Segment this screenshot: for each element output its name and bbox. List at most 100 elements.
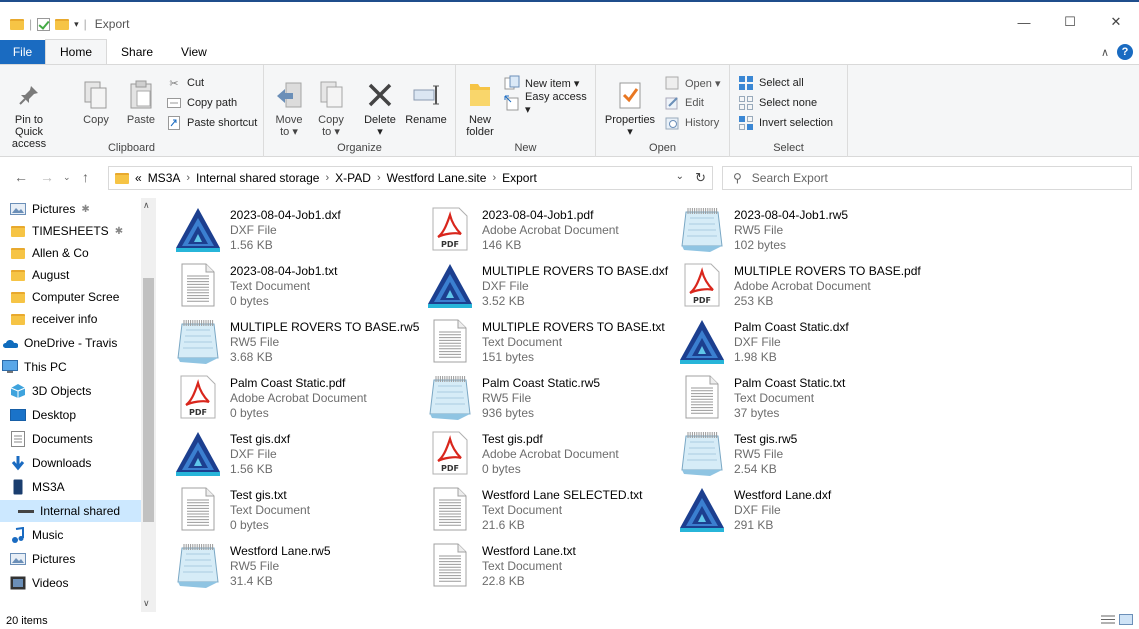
move-to-button[interactable]: Move to ▾ bbox=[272, 79, 306, 138]
sidebar-item[interactable]: 3D Objects bbox=[0, 380, 141, 402]
file-item[interactable]: Test gis.txt Text Document 0 bytes bbox=[174, 484, 424, 540]
file-item[interactable]: PDF 2023-08-04-Job1.pdf Adobe Acrobat Docu… bbox=[426, 204, 676, 260]
paste-shortcut-button[interactable]: Paste shortcut bbox=[166, 113, 257, 133]
file-item[interactable]: MULTIPLE ROVERS TO BASE.rw5 RW5 File 3.68 … bbox=[174, 316, 424, 372]
sidebar-item[interactable]: Downloads bbox=[0, 452, 141, 474]
open-button[interactable]: Open ▾ bbox=[664, 73, 721, 93]
sidebar-item-label: Music bbox=[32, 528, 64, 542]
large-icons-view-icon[interactable] bbox=[1119, 614, 1133, 628]
file-item[interactable]: PDF Palm Coast Static.pdf Adobe Acrobat Do… bbox=[174, 372, 424, 428]
recent-locations-icon[interactable]: ⌄ bbox=[63, 172, 71, 183]
copy-button[interactable]: Copy bbox=[80, 79, 112, 126]
folder-icon[interactable] bbox=[10, 18, 24, 30]
breadcrumb-chevron-icon[interactable]: › bbox=[325, 172, 329, 184]
refresh-icon[interactable]: ↻ bbox=[695, 170, 706, 186]
rename-icon bbox=[411, 79, 441, 111]
file-item[interactable]: PDF MULTIPLE ROVERS TO BASE.pdf Adobe Acro… bbox=[678, 260, 928, 316]
details-view-icon[interactable] bbox=[1101, 614, 1115, 628]
qat-dropdown-icon[interactable]: ▾ bbox=[74, 19, 79, 30]
breadcrumb-chevron-icon[interactable]: › bbox=[186, 172, 190, 184]
sidebar-item[interactable]: Pictures bbox=[0, 548, 141, 570]
breadcrumb-xpad[interactable]: X-PAD bbox=[335, 171, 371, 185]
tab-view[interactable]: View bbox=[167, 40, 221, 64]
breadcrumb-overflow[interactable]: « bbox=[135, 171, 142, 185]
select-all-button[interactable]: Select all bbox=[738, 73, 804, 93]
tab-file[interactable]: File bbox=[0, 40, 45, 64]
sidebar-item[interactable]: Internal shared bbox=[0, 500, 141, 522]
breadcrumb-westford-site[interactable]: Westford Lane.site bbox=[387, 171, 487, 185]
file-item[interactable]: 2023-08-04-Job1.dxf DXF File 1.56 KB bbox=[174, 204, 424, 260]
sidebar-item[interactable]: OneDrive - Travis bbox=[0, 332, 141, 354]
sidebar-item[interactable]: August bbox=[0, 264, 141, 286]
cut-button[interactable]: ✂ Cut bbox=[166, 73, 204, 93]
sidebar-item[interactable]: Documents bbox=[0, 428, 141, 450]
file-item[interactable]: 2023-08-04-Job1.rw5 RW5 File 102 bytes bbox=[678, 204, 928, 260]
sidebar-item[interactable]: Music bbox=[0, 524, 141, 546]
file-item[interactable]: PDF Test gis.pdf Adobe Acrobat Document 0 b… bbox=[426, 428, 676, 484]
new-folder-icon[interactable] bbox=[55, 18, 70, 30]
file-item[interactable]: Palm Coast Static.dxf DXF File 1.98 KB bbox=[678, 316, 928, 372]
breadcrumb-export[interactable]: Export bbox=[502, 171, 537, 185]
delete-x-icon bbox=[365, 79, 395, 111]
back-arrow-icon[interactable]: ← bbox=[14, 169, 28, 185]
navigation-scrollbar-thumb[interactable] bbox=[143, 278, 154, 522]
edit-button[interactable]: Edit bbox=[664, 93, 704, 113]
sidebar-item[interactable]: TIMESHEETS ✱ bbox=[0, 220, 141, 242]
pin-to-quick-access-button[interactable]: Pin to Quick access bbox=[2, 79, 56, 150]
tab-home[interactable]: Home bbox=[45, 39, 108, 64]
maximize-button[interactable]: ☐ bbox=[1047, 10, 1093, 34]
copy-label: Copy bbox=[83, 114, 109, 126]
sidebar-item[interactable]: receiver info bbox=[0, 308, 141, 330]
file-item[interactable]: Palm Coast Static.txt Text Document 37 byt… bbox=[678, 372, 928, 428]
delete-button[interactable]: Delete ▾ bbox=[360, 79, 400, 138]
file-item[interactable]: Westford Lane.dxf DXF File 291 KB bbox=[678, 484, 928, 540]
breadcrumb-ms3a[interactable]: MS3A bbox=[148, 171, 181, 185]
select-none-button[interactable]: Select none bbox=[738, 93, 817, 113]
minimize-button[interactable]: — bbox=[1001, 10, 1047, 34]
sidebar-item[interactable]: MS3A bbox=[0, 476, 141, 498]
file-item[interactable]: Test gis.rw5 RW5 File 2.54 KB bbox=[678, 428, 928, 484]
copy-to-button[interactable]: Copy to ▾ bbox=[314, 79, 348, 138]
svg-text:PDF: PDF bbox=[189, 408, 207, 417]
rename-button[interactable]: Rename bbox=[404, 79, 448, 126]
forward-arrow-icon[interactable]: → bbox=[40, 169, 54, 185]
invert-selection-button[interactable]: Invert selection bbox=[738, 113, 833, 133]
address-dropdown-icon[interactable]: ⌄ bbox=[676, 171, 684, 182]
paste-button[interactable]: Paste bbox=[124, 79, 158, 126]
breadcrumb-chevron-icon[interactable]: › bbox=[492, 172, 496, 184]
file-size: 21.6 KB bbox=[482, 518, 525, 532]
file-meta: Palm Coast Static.pdf Adobe Acrobat Docum… bbox=[230, 372, 367, 421]
sidebar-item[interactable]: This PC bbox=[0, 356, 141, 378]
scroll-down-icon[interactable]: ∨ bbox=[143, 598, 150, 609]
breadcrumb-internal-storage[interactable]: Internal shared storage bbox=[196, 171, 319, 185]
tab-share[interactable]: Share bbox=[107, 40, 167, 64]
easy-access-button[interactable]: Easy access ▾ bbox=[504, 91, 595, 116]
sidebar-item[interactable]: Allen & Co bbox=[0, 242, 141, 264]
sidebar-item[interactable]: Desktop bbox=[0, 404, 141, 426]
file-item[interactable]: Westford Lane.rw5 RW5 File 31.4 KB bbox=[174, 540, 424, 596]
copy-path-button[interactable]: Copy path bbox=[166, 93, 237, 113]
up-arrow-icon[interactable]: ↑ bbox=[82, 169, 89, 185]
address-bar[interactable]: « MS3A › Internal shared storage › X-PAD… bbox=[108, 166, 713, 190]
file-item[interactable]: Westford Lane SELECTED.txt Text Document 2… bbox=[426, 484, 676, 540]
properties-check-icon[interactable] bbox=[37, 17, 51, 31]
select-all-icon bbox=[738, 75, 754, 91]
help-icon[interactable]: ? bbox=[1117, 44, 1133, 60]
scroll-up-icon[interactable]: ∧ bbox=[143, 200, 150, 211]
sidebar-item[interactable]: Computer Scree bbox=[0, 286, 141, 308]
close-button[interactable]: ✕ bbox=[1093, 10, 1139, 34]
file-item[interactable]: MULTIPLE ROVERS TO BASE.dxf DXF File 3.52 … bbox=[426, 260, 676, 316]
file-item[interactable]: Westford Lane.txt Text Document 22.8 KB bbox=[426, 540, 676, 596]
breadcrumb-chevron-icon[interactable]: › bbox=[377, 172, 381, 184]
file-item[interactable]: MULTIPLE ROVERS TO BASE.txt Text Document… bbox=[426, 316, 676, 372]
new-folder-button[interactable]: New folder bbox=[462, 79, 498, 138]
collapse-ribbon-icon[interactable]: ∧ bbox=[1101, 46, 1109, 59]
history-button[interactable]: History bbox=[664, 113, 719, 133]
sidebar-item[interactable]: Pictures ✱ bbox=[0, 198, 141, 220]
sidebar-item[interactable]: Videos bbox=[0, 572, 141, 594]
file-item[interactable]: 2023-08-04-Job1.txt Text Document 0 bytes bbox=[174, 260, 424, 316]
file-item[interactable]: Test gis.dxf DXF File 1.56 KB bbox=[174, 428, 424, 484]
search-box[interactable]: ⚲ Search Export bbox=[722, 166, 1132, 190]
properties-button[interactable]: Properties ▾ bbox=[602, 79, 658, 138]
file-item[interactable]: Palm Coast Static.rw5 RW5 File 936 bytes bbox=[426, 372, 676, 428]
